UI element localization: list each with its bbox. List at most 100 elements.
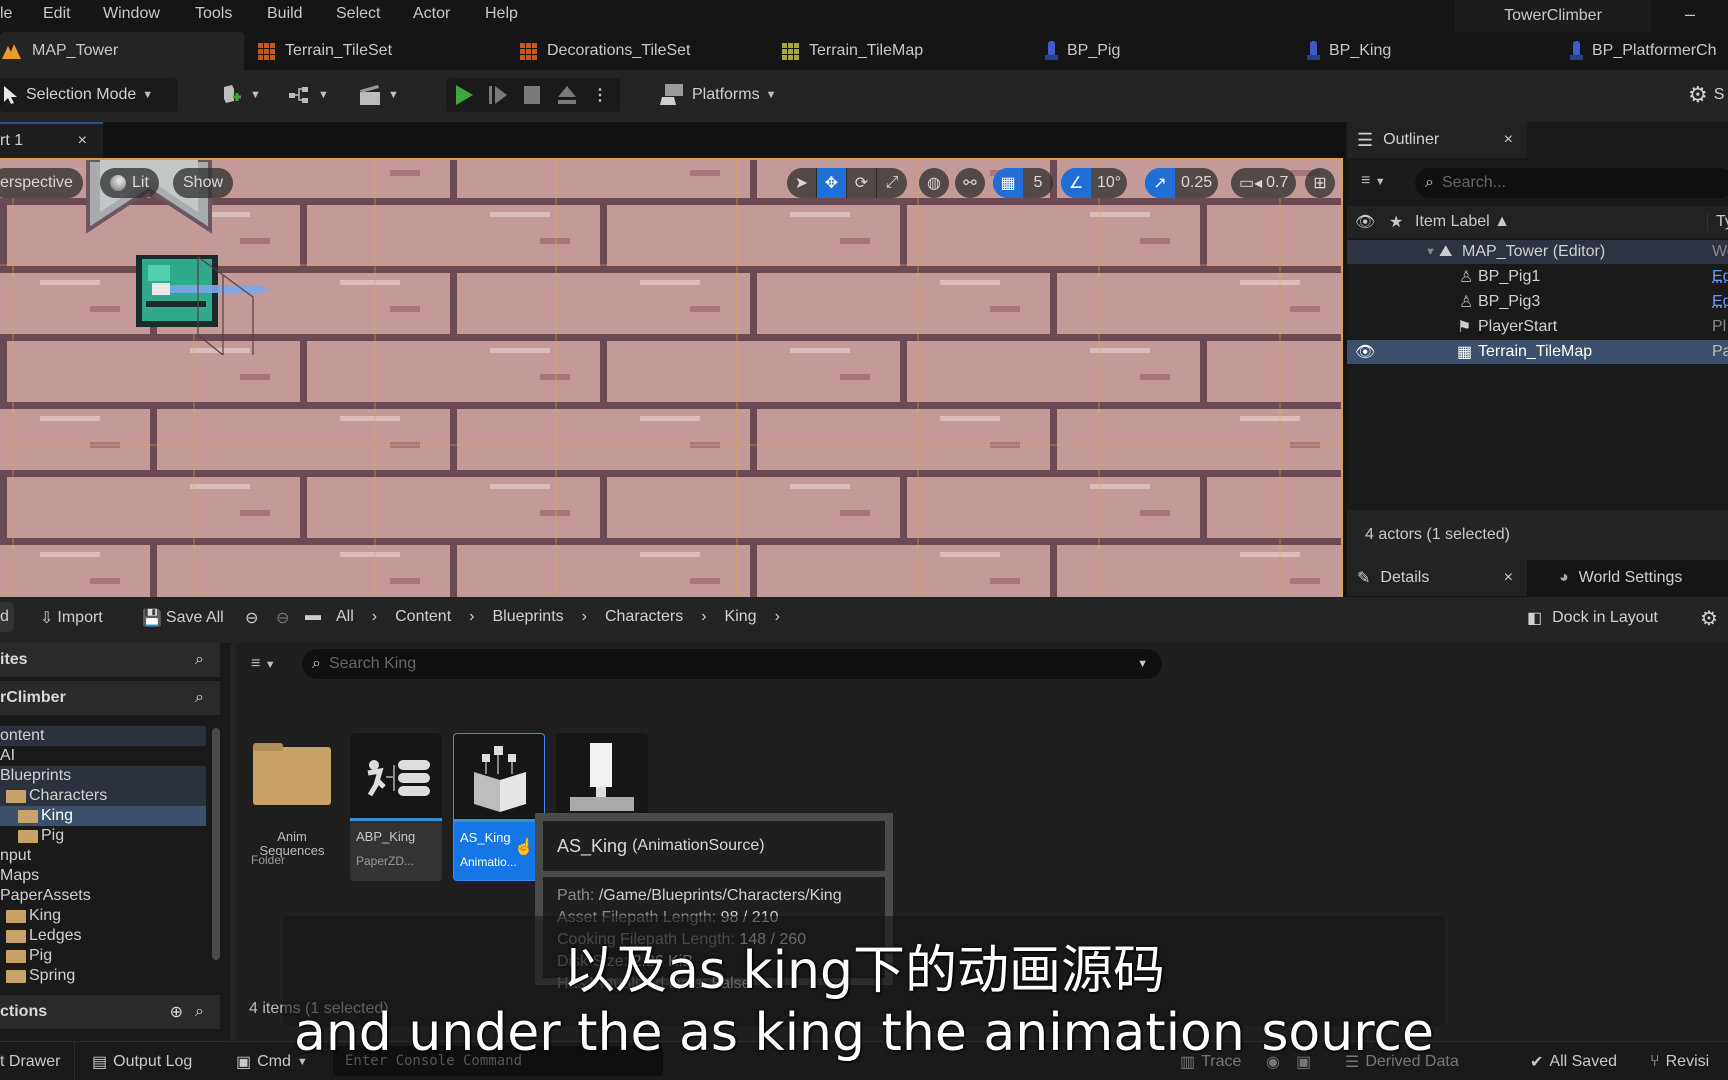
- save-all-button[interactable]: 💾 Save All: [142, 608, 224, 628]
- search-icon[interactable]: ⌕: [195, 651, 204, 669]
- scale-tool[interactable]: ⤢: [877, 168, 907, 198]
- lit-button[interactable]: Lit: [100, 168, 159, 198]
- tab-terrain-tileset[interactable]: Terrain_TileSet: [258, 32, 392, 70]
- tab-decorations-tileset[interactable]: Decorations_TileSet: [520, 32, 690, 70]
- tab-viewport-1[interactable]: rt 1 ×: [0, 122, 103, 158]
- eject-icon[interactable]: [556, 84, 578, 106]
- expand-arrow-icon[interactable]: ▼: [1425, 246, 1436, 258]
- asset-tile-as-king[interactable]: AS_King Animatio... ☝: [453, 733, 545, 881]
- menu-help[interactable]: Help: [485, 5, 518, 23]
- favorites-header[interactable]: ites ⌕: [0, 643, 220, 677]
- tree-scrollbar[interactable]: [212, 728, 220, 960]
- pinned-column-icon[interactable]: ★: [1389, 212, 1403, 232]
- translate-tool[interactable]: ✥: [817, 168, 847, 198]
- tree-folder-blueprints[interactable]: Blueprints: [0, 766, 206, 786]
- outliner-row-bp-pig3[interactable]: ♙ BP_Pig3 Ed: [1347, 290, 1728, 314]
- tree-folder-characters[interactable]: Characters: [0, 786, 206, 806]
- search-icon[interactable]: ⌕: [195, 689, 204, 707]
- menu-build[interactable]: Build: [267, 5, 303, 23]
- stop-icon[interactable]: [522, 84, 542, 106]
- add-button[interactable]: d: [0, 602, 14, 632]
- add-actor-button[interactable]: ▼: [220, 78, 261, 112]
- tree-folder-king[interactable]: King: [0, 906, 206, 926]
- minimize-button[interactable]: –: [1685, 4, 1695, 25]
- tree-folder-maps[interactable]: Maps: [0, 866, 206, 886]
- rotation-snap-value[interactable]: 10°: [1091, 168, 1127, 198]
- scale-snap-toggle[interactable]: ↗: [1145, 168, 1175, 198]
- chevron-right-icon[interactable]: ›: [582, 608, 587, 626]
- outliner-row-terrain-tilemap[interactable]: 👁 ▦ Terrain_TileMap Pa: [1347, 340, 1728, 364]
- menu-edit[interactable]: Edit: [43, 5, 71, 23]
- show-button[interactable]: Show: [173, 168, 234, 198]
- cinematics-button[interactable]: ▼: [358, 78, 399, 112]
- breadcrumb-content[interactable]: Content: [395, 608, 451, 626]
- filter-button[interactable]: ≡ ▼: [1361, 172, 1386, 190]
- chevron-right-icon[interactable]: ›: [701, 608, 706, 626]
- visibility-column-icon[interactable]: 👁: [1355, 212, 1375, 232]
- visibility-eye-icon[interactable]: 👁: [1355, 342, 1375, 362]
- row-type-link[interactable]: Ed: [1712, 268, 1728, 286]
- import-button[interactable]: ⇩ Import: [40, 608, 103, 628]
- asset-tile-abp-king[interactable]: ABP_King PaperZD...: [350, 733, 442, 881]
- menu-select[interactable]: Select: [336, 5, 380, 23]
- menu-actor[interactable]: Actor: [413, 5, 450, 23]
- tree-folder-pig[interactable]: Pig: [0, 826, 206, 846]
- more-options-icon[interactable]: ⋮: [592, 85, 608, 105]
- item-label-column[interactable]: Item Label ▲: [1415, 213, 1510, 231]
- world-local-toggle[interactable]: ◍: [919, 168, 949, 198]
- select-tool[interactable]: ➤: [787, 168, 817, 198]
- blueprints-button[interactable]: ▼: [288, 78, 329, 112]
- close-icon[interactable]: ×: [1504, 131, 1513, 149]
- tab-map-tower[interactable]: MAP_Tower: [0, 32, 244, 70]
- tree-folder-ai[interactable]: AI: [0, 746, 206, 766]
- tab-details[interactable]: ✎ Details ×: [1347, 560, 1527, 596]
- perspective-button[interactable]: erspective: [0, 168, 83, 198]
- type-column[interactable]: Typ: [1707, 213, 1728, 231]
- chevron-right-icon[interactable]: ›: [775, 608, 780, 626]
- chevron-down-icon[interactable]: ▼: [1137, 658, 1148, 670]
- menu-window[interactable]: Window: [103, 5, 160, 23]
- tree-folder-nput[interactable]: nput: [0, 846, 206, 866]
- breadcrumb-king[interactable]: King: [725, 608, 757, 626]
- filter-button[interactable]: ≡ ▼: [251, 655, 276, 673]
- breadcrumb-characters[interactable]: Characters: [605, 608, 683, 626]
- selection-mode-dropdown[interactable]: Selection Mode ▼: [0, 78, 178, 112]
- tree-folder-paperassets[interactable]: PaperAssets: [0, 886, 206, 906]
- rotation-snap-toggle[interactable]: ∠: [1061, 168, 1091, 198]
- platforms-dropdown[interactable]: Platforms ▼: [660, 78, 776, 112]
- row-type-link[interactable]: Ed: [1712, 293, 1728, 311]
- asset-search-input[interactable]: ⌕ Search King ▼: [302, 649, 1162, 679]
- breadcrumb-blueprints[interactable]: Blueprints: [492, 608, 563, 626]
- outliner-row-playerstart[interactable]: ⚑ PlayerStart Pl: [1347, 315, 1728, 339]
- rotate-tool[interactable]: ⟳: [847, 168, 877, 198]
- grid-snap-value[interactable]: 5: [1023, 168, 1053, 198]
- chevron-right-icon[interactable]: ›: [469, 608, 474, 626]
- menu-file[interactable]: le: [0, 5, 12, 23]
- close-icon[interactable]: ×: [78, 132, 87, 150]
- outliner-row-bp-pig1[interactable]: ♙ BP_Pig1 Ed: [1347, 265, 1728, 289]
- tree-folder-ontent[interactable]: ontent: [0, 726, 206, 746]
- forward-icon[interactable]: ⊖: [276, 608, 289, 628]
- outliner-row-world[interactable]: ▼ ⛰ MAP_Tower (Editor) Wo: [1347, 240, 1728, 264]
- grid-snap-toggle[interactable]: ▦: [993, 168, 1023, 198]
- tab-terrain-tilemap[interactable]: Terrain_TileMap: [782, 32, 923, 70]
- settings-button[interactable]: ⚙ S: [1688, 78, 1724, 112]
- dock-in-layout-button[interactable]: ◧ Dock in Layout: [1527, 608, 1658, 628]
- tab-outliner[interactable]: ☰ Outliner ×: [1347, 122, 1527, 158]
- project-header[interactable]: rClimber ⌕: [0, 681, 220, 715]
- close-icon[interactable]: ×: [1504, 569, 1513, 587]
- tab-world-settings[interactable]: ◕ World Settings: [1559, 560, 1682, 596]
- advance-frame-icon[interactable]: [488, 84, 508, 106]
- breadcrumb-all[interactable]: All: [336, 608, 354, 626]
- camera-speed-button[interactable]: ▭◂ 0.7: [1231, 168, 1297, 198]
- chevron-right-icon[interactable]: ›: [372, 608, 377, 626]
- play-icon[interactable]: [454, 84, 474, 106]
- back-icon[interactable]: ⊖: [245, 608, 258, 628]
- tab-bp-pig[interactable]: BP_Pig: [1045, 32, 1120, 70]
- gear-icon[interactable]: ⚙: [1700, 606, 1718, 631]
- surface-snap-toggle[interactable]: ⚯: [955, 168, 985, 198]
- level-viewport[interactable]: erspective Lit Show ➤ ✥ ⟳ ⤢ ◍ ⚯ ▦ 5 ∠ 10…: [0, 158, 1343, 598]
- tree-folder-king[interactable]: King: [0, 806, 206, 826]
- outliner-search-input[interactable]: ⌕ Search...: [1415, 168, 1728, 198]
- tab-bp-king[interactable]: BP_King: [1307, 32, 1391, 70]
